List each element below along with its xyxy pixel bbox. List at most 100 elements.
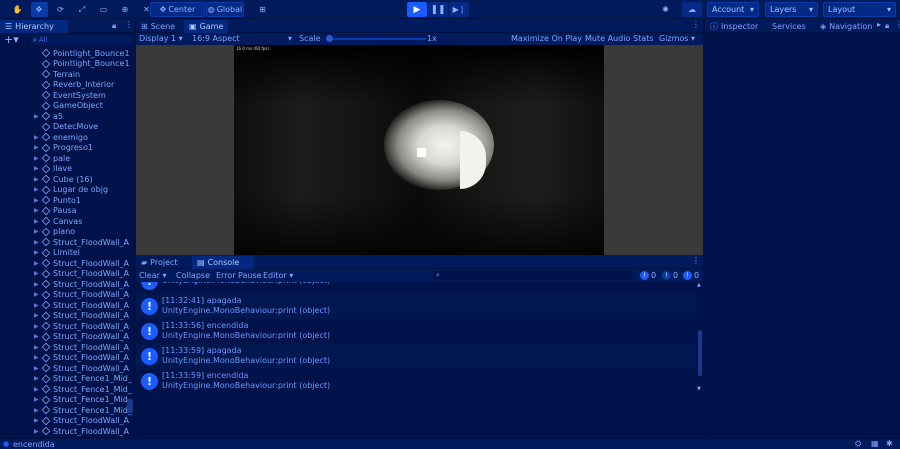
tab-project[interactable]: ▰ Project [136,256,191,269]
hierarchy-item[interactable]: Pointlight_Bounce1 [0,59,134,70]
more-options-icon[interactable]: ⋮ [692,20,700,29]
hierarchy-item[interactable]: ▶ plano [0,227,134,238]
console-scrollbar[interactable]: ▲ ▼ [697,282,703,394]
expand-arrow-icon[interactable]: ▶ [34,176,42,183]
hierarchy-item[interactable]: ▶ a5 [0,111,134,122]
hierarchy-item[interactable]: ▶ Struct_Fence1_Mid_ [0,384,134,395]
collab-icon[interactable]: ✺ [657,2,674,17]
console-log-entry[interactable]: ! [11:32:41] apagada UnityEngine.MonoBehav… [136,294,696,319]
hierarchy-item[interactable]: ▶ Struct_FloodWall_A [0,342,134,353]
expand-arrow-icon[interactable]: ▶ [34,218,42,225]
hierarchy-item[interactable]: Pointlight_Bounce1 [0,48,134,59]
expand-arrow-icon[interactable]: ▶ [34,344,42,351]
scale-tool-icon[interactable]: ⤢ [74,2,91,17]
console-scrollbar-thumb[interactable] [698,330,702,376]
error-count-toggle[interactable]: ! 0 [683,271,699,280]
tab-game[interactable]: ▣ Game [184,20,229,33]
console-search-input[interactable]: ⌕ [433,271,633,280]
chevron-up-icon[interactable]: ▲ [697,282,701,288]
pivot-global-toggle[interactable]: ◍ Global [206,2,244,17]
maximize-on-play-toggle[interactable]: Maximize On Play [511,34,582,43]
hierarchy-item[interactable]: ▶ Struct_Fence1_Mid_ [0,374,134,385]
hierarchy-item[interactable]: ▶ Canvas [0,216,134,227]
tab-console[interactable]: ▤ Console [192,256,254,269]
expand-arrow-icon[interactable]: ▶ [34,386,42,393]
hierarchy-item[interactable]: ▶ Pausa [0,206,134,217]
network-icon[interactable]: ⛭ [855,439,861,449]
hierarchy-item[interactable]: Reverb_Interior [0,80,134,91]
more-options-icon[interactable]: ⋮ [692,256,700,265]
hierarchy-item[interactable]: ▶ Struct_FloodWall_A [0,237,134,248]
tab-inspector[interactable]: ⓘ Inspector [705,20,763,33]
more-options-icon[interactable]: ⋮ [895,20,900,29]
more-options-icon[interactable]: ⋮ [125,20,133,29]
gizmos-dropdown[interactable]: Gizmos ▾ [659,34,695,43]
hierarchy-item[interactable]: ▶ Struct_Fence1_Mid_ [0,405,134,416]
hierarchy-item[interactable]: ▶ Struct_FloodWall_A [0,332,134,343]
expand-arrow-icon[interactable]: ▶ [34,302,42,309]
transform-tool-icon[interactable]: ⊕ [117,2,134,17]
expand-arrow-icon[interactable]: ▶ [34,239,42,246]
hierarchy-item[interactable]: ▶ Progreso1 [0,143,134,154]
aspect-dropdown[interactable]: 16:9 Aspect ▾ [192,34,292,43]
expand-arrow-icon[interactable]: ▶ [34,155,42,162]
hierarchy-item[interactable]: ▶ Cube (16) [0,174,134,185]
step-button[interactable]: ▶❘ [449,2,469,17]
scale-slider-handle[interactable] [326,35,333,42]
lock-icon[interactable]: 🔒︎ [112,21,116,31]
hierarchy-item[interactable]: ▶ Struct_FloodWall_A [0,269,134,280]
layout-dropdown[interactable]: Layout ▾ [823,2,896,17]
game-viewport[interactable]: 16.0 ms (60 fps) [136,45,703,255]
chevron-right-icon[interactable]: ▸ [877,20,881,29]
account-dropdown[interactable]: Account ▾ [707,2,759,17]
hierarchy-item[interactable]: DetecMove [0,122,134,133]
info-count-toggle[interactable]: ! 0 [640,271,656,280]
expand-arrow-icon[interactable]: ▶ [34,260,42,267]
hierarchy-item[interactable]: GameObject [0,101,134,112]
move-tool-icon[interactable]: ✥ [30,2,48,17]
console-log-entry[interactable]: ! [11:33:59] encendida UnityEngine.MonoBeh… [136,369,696,394]
hierarchy-item[interactable]: Terrain [0,69,134,80]
hierarchy-item[interactable]: ▶ Struct_FloodWall_A [0,416,134,427]
mute-audio-toggle[interactable]: Mute Audio [585,34,630,43]
hierarchy-item[interactable]: ▶ Struct_FloodWall_A [0,290,134,301]
expand-arrow-icon[interactable]: ▶ [34,428,42,435]
tab-scene[interactable]: ⊞ Scene [136,20,180,33]
hierarchy-item[interactable]: ▶ Limitel [0,248,134,259]
layers-dropdown[interactable]: Layers ▾ [765,2,818,17]
hierarchy-search-input[interactable]: ⌕ All [30,35,132,45]
hierarchy-item[interactable]: ▶ Struct_Fence1_Mid_ [0,395,134,406]
pause-button[interactable]: ❚❚ [428,2,448,17]
chevron-down-icon[interactable]: ▼ [697,386,701,392]
snap-grid-icon[interactable]: ⊞ [254,2,271,17]
console-log-entry[interactable]: ! UnityEngine.MonoBehaviour:print (objec… [136,282,696,294]
hierarchy-item[interactable]: ▶ Lugar de objg [0,185,134,196]
hierarchy-item[interactable]: ▶ llave [0,164,134,175]
hierarchy-item[interactable]: ▶ Struct_FloodWall_A [0,258,134,269]
console-log-entry[interactable]: ! [11:33:59] apagada UnityEngine.MonoBehav… [136,344,696,369]
tab-navigation[interactable]: ◈ Navigation [815,20,877,33]
hierarchy-item[interactable]: ▶ pale [0,153,134,164]
tab-services[interactable]: Services [767,20,811,33]
collapse-toggle[interactable]: Collapse [176,271,210,280]
hierarchy-item[interactable]: ▶ Struct_FloodWall_A [0,426,134,437]
expand-arrow-icon[interactable]: ▶ [34,323,42,330]
play-button[interactable]: ▶ [407,2,427,17]
add-icon[interactable]: +▾ [4,33,19,46]
hierarchy-item[interactable]: ▶ Struct_FloodWall_A [0,363,134,374]
hierarchy-item[interactable]: ▶ Struct_FloodWall_A [0,311,134,322]
expand-arrow-icon[interactable]: ▶ [34,365,42,372]
expand-arrow-icon[interactable]: ▶ [34,281,42,288]
cloud-icon[interactable]: ☁ [682,2,702,17]
rotate-tool-icon[interactable]: ⟳ [52,2,69,17]
scale-slider[interactable] [326,35,426,42]
bug-icon[interactable]: ✱ [886,439,893,448]
status-message[interactable]: encendida [13,440,55,449]
progress-icon[interactable]: ▦ [871,439,879,448]
clear-button[interactable]: Clear ▾ [139,271,166,280]
hierarchy-item[interactable]: EventSystem [0,90,134,101]
hierarchy-item[interactable]: ▶ Struct_FloodWall_A [0,279,134,290]
console-log-entry[interactable]: ! [11:33:56] encendida UnityEngine.MonoBeh… [136,319,696,344]
hierarchy-item[interactable]: ▶ Punto1 [0,195,134,206]
expand-arrow-icon[interactable]: ▶ [34,407,42,414]
